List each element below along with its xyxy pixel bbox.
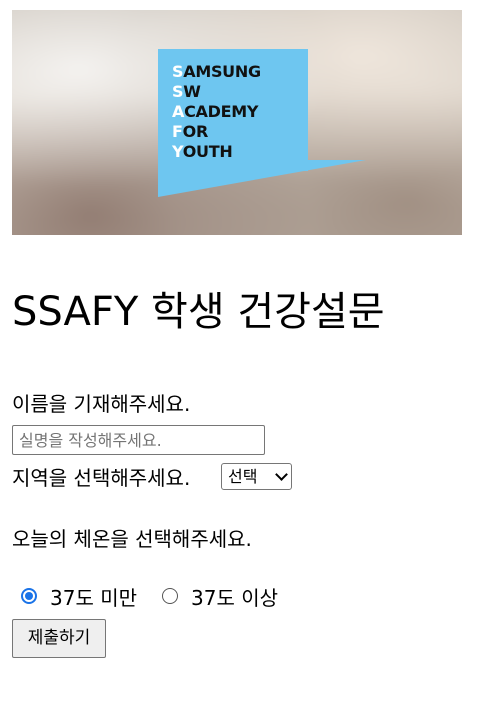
name-input[interactable] xyxy=(12,425,265,455)
region-select[interactable]: 선택 xyxy=(221,463,292,490)
ssafy-logo-text: SAMSUNG SW ACADEMY FOR YOUTH xyxy=(172,62,261,162)
logo-line: FOR xyxy=(172,122,208,141)
temperature-label: 오늘의 체온을 선택해주세요. xyxy=(12,527,252,551)
name-label: 이름을 기재해주세요. xyxy=(12,392,191,416)
banner-image: SAMSUNG SW ACADEMY FOR YOUTH xyxy=(12,10,462,235)
radio-below-37[interactable] xyxy=(21,588,37,604)
survey-page: SAMSUNG SW ACADEMY FOR YOUTH SSAFY 학생 건강… xyxy=(0,0,490,705)
radio-above-37[interactable] xyxy=(162,588,178,604)
logo-line: SW xyxy=(172,82,201,101)
logo-line: SAMSUNG xyxy=(172,62,261,81)
page-title: SSAFY 학생 건강설문 xyxy=(12,289,385,335)
chevron-down-icon xyxy=(275,468,288,481)
radio-above-37-label[interactable]: 37도 이상 xyxy=(191,585,278,611)
logo-line: ACADEMY xyxy=(172,102,259,121)
logo-line: YOUTH xyxy=(172,142,233,161)
region-select-value: 선택 xyxy=(228,467,258,486)
submit-button[interactable]: 제출하기 xyxy=(12,619,106,658)
radio-below-37-label[interactable]: 37도 미만 xyxy=(50,585,137,611)
ssafy-logo-tail xyxy=(158,160,366,197)
region-label: 지역을 선택해주세요. xyxy=(12,466,191,490)
